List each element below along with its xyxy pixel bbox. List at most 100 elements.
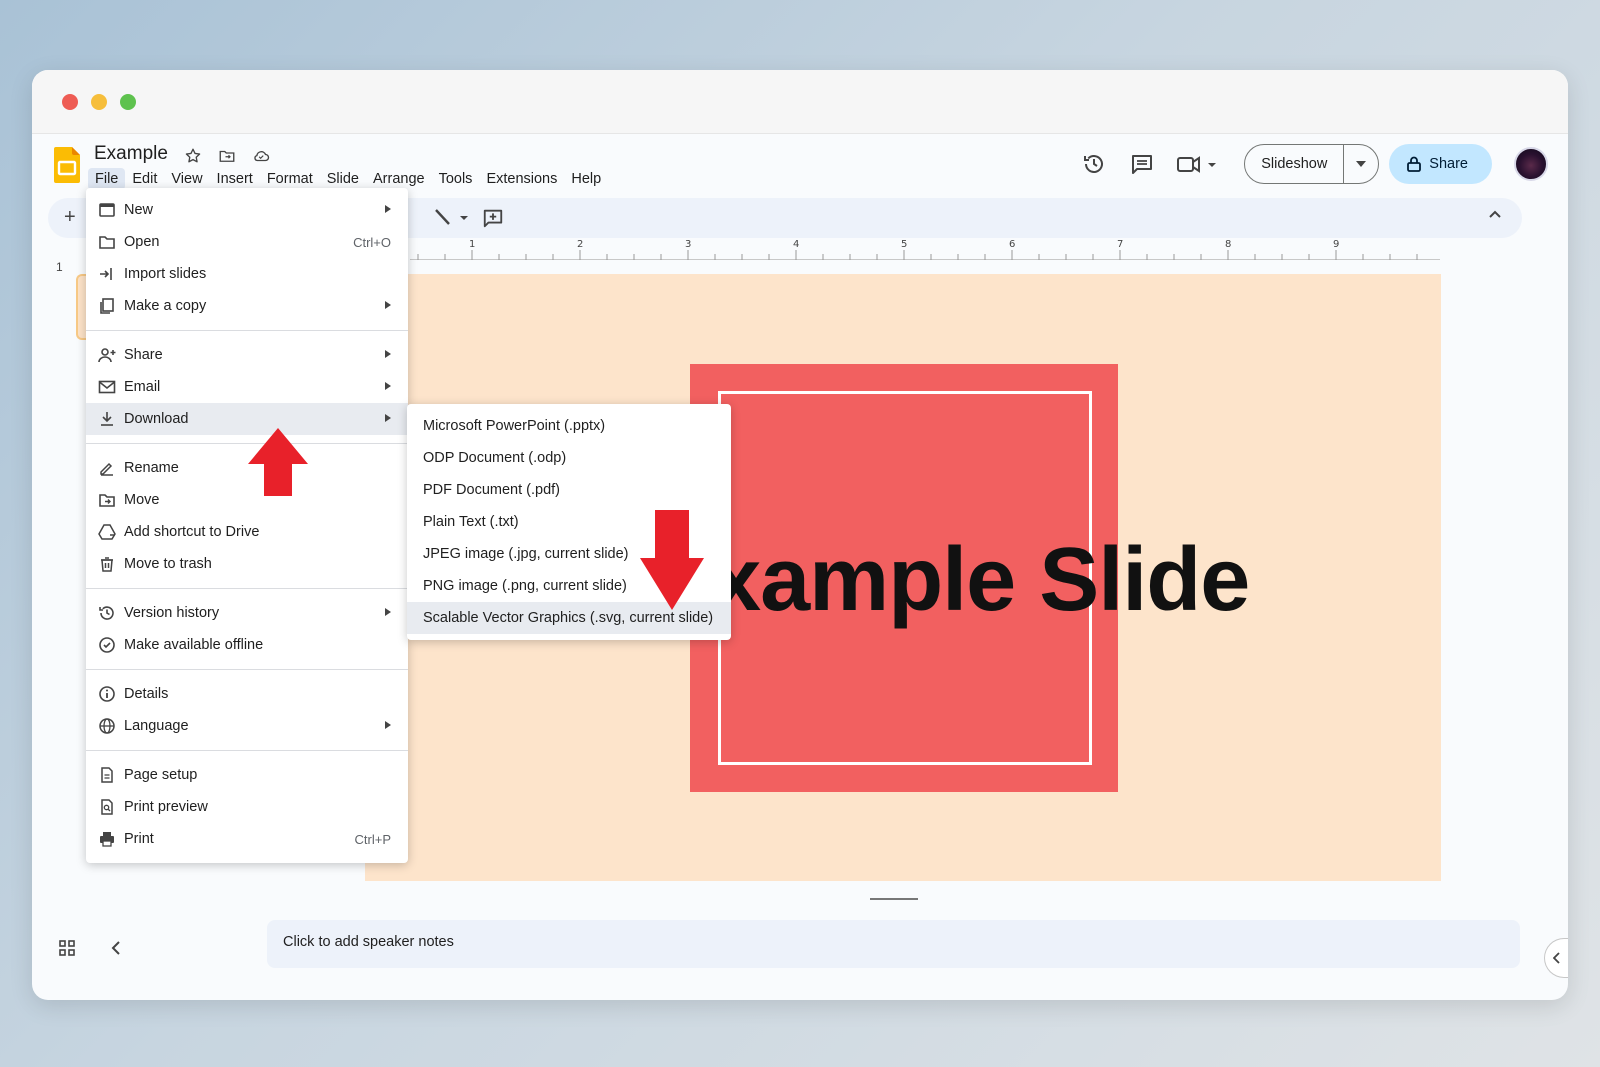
menu-item-email[interactable]: Email (86, 371, 408, 403)
menu-item-import-slides[interactable]: Import slides (86, 258, 408, 290)
ruler-mark: 1 (469, 239, 476, 250)
line-tool-icon[interactable] (432, 207, 472, 229)
new-slide-icon[interactable]: + (64, 206, 76, 229)
ruler-mark: 7 (1117, 239, 1124, 250)
trash-icon (101, 557, 113, 572)
download-odp[interactable]: ODP Document (.odp) (407, 442, 731, 474)
add-comment-icon[interactable] (482, 207, 504, 229)
title-bar (32, 70, 1568, 134)
move-folder-icon[interactable] (216, 145, 238, 167)
star-icon[interactable] (182, 145, 204, 167)
menu-item-label: Make available offline (124, 637, 264, 653)
cloud-status-icon[interactable] (250, 145, 272, 167)
menu-item-label: Download (124, 411, 189, 427)
annotation-arrow-up-icon (248, 428, 308, 496)
speaker-notes-placeholder: Click to add speaker notes (283, 934, 454, 950)
menu-item-print-preview[interactable]: Print preview (86, 791, 408, 823)
shortcut-label: Ctrl+O (353, 235, 391, 250)
grid-view-icon[interactable] (58, 939, 76, 957)
menu-bar: File Edit View Insert Format Slide Arran… (88, 168, 608, 190)
annotation-arrow-down-icon (640, 510, 704, 610)
menu-item-move-to-trash[interactable]: Move to trash (86, 548, 408, 580)
slideshow-label[interactable]: Slideshow (1245, 145, 1345, 183)
comments-icon[interactable] (1122, 144, 1162, 184)
menu-tools[interactable]: Tools (432, 168, 480, 190)
download-option-label: Plain Text (.txt) (423, 514, 519, 530)
menu-item-label: Share (124, 347, 163, 363)
menu-item-share[interactable]: Share (86, 339, 408, 371)
menu-divider (86, 669, 408, 670)
submenu-arrow-icon (385, 414, 391, 422)
menu-edit[interactable]: Edit (125, 168, 164, 190)
ruler-mark: 9 (1333, 239, 1340, 250)
minimize-window-button[interactable] (91, 94, 107, 110)
download-option-label: JPEG image (.jpg, current slide) (423, 546, 629, 562)
globe-icon (99, 718, 115, 734)
side-panel-toggle[interactable] (1544, 938, 1568, 978)
menu-arrange[interactable]: Arrange (366, 168, 432, 190)
menu-insert[interactable]: Insert (210, 168, 260, 190)
notes-resize-handle[interactable] (870, 898, 918, 900)
download-pptx[interactable]: Microsoft PowerPoint (.pptx) (407, 410, 731, 442)
file-menu-dropdown: New Open Ctrl+O Import slides Make a copy… (86, 188, 408, 863)
ruler-mark: 3 (685, 239, 692, 250)
speaker-notes[interactable]: Click to add speaker notes (267, 920, 1520, 968)
share-button[interactable]: Share (1389, 144, 1492, 184)
menu-item-page-setup[interactable]: Page setup (86, 759, 408, 791)
menu-item-label: Details (124, 686, 169, 702)
menu-item-version-history[interactable]: Version history (86, 597, 408, 629)
slideshow-button[interactable]: Slideshow (1244, 144, 1380, 184)
menu-item-open[interactable]: Open Ctrl+O (86, 226, 408, 258)
print-icon (100, 832, 114, 847)
menu-item-label: Move to trash (124, 556, 212, 572)
horizontal-ruler: 1 2 3 4 5 6 7 8 9 (410, 238, 1440, 260)
folder-icon (99, 236, 115, 249)
submenu-arrow-icon (385, 608, 391, 616)
maximize-window-button[interactable] (120, 94, 136, 110)
chevron-left-icon (1552, 952, 1560, 964)
menu-item-print[interactable]: Print Ctrl+P (86, 823, 408, 855)
menu-item-new[interactable]: New (86, 194, 408, 226)
menu-item-label: Page setup (124, 767, 198, 783)
close-window-button[interactable] (62, 94, 78, 110)
menu-extensions[interactable]: Extensions (479, 168, 564, 190)
menu-item-label: Email (124, 379, 161, 395)
download-option-label: PDF Document (.pdf) (423, 482, 560, 498)
version-history-icon[interactable] (1074, 144, 1114, 184)
document-title[interactable]: Example (94, 143, 168, 165)
menu-file[interactable]: File (88, 168, 126, 190)
menu-item-details[interactable]: Details (86, 678, 408, 710)
submenu-arrow-icon (385, 721, 391, 729)
meet-camera-icon[interactable] (1170, 144, 1226, 184)
menu-divider (86, 750, 408, 751)
menu-help[interactable]: Help (564, 168, 608, 190)
slideshow-dropdown-icon[interactable] (1344, 145, 1378, 183)
download-option-label: PNG image (.png, current slide) (423, 578, 627, 594)
download-pdf[interactable]: PDF Document (.pdf) (407, 474, 731, 506)
move-folder-icon (99, 494, 115, 507)
menu-item-label: Open (124, 234, 160, 250)
shortcut-label: Ctrl+P (354, 832, 391, 847)
menu-slide[interactable]: Slide (320, 168, 366, 190)
menu-item-label: Language (124, 718, 189, 734)
slides-logo-icon[interactable] (54, 147, 80, 183)
menu-format[interactable]: Format (260, 168, 320, 190)
info-icon (99, 686, 115, 702)
download-icon (101, 412, 113, 426)
chevron-left-icon[interactable] (110, 939, 122, 957)
menu-item-label: Rename (124, 460, 179, 476)
menu-item-make-a-copy[interactable]: Make a copy (86, 290, 408, 322)
submenu-arrow-icon (385, 205, 391, 213)
rename-icon (100, 462, 113, 476)
menu-item-make-available-offline[interactable]: Make available offline (86, 629, 408, 661)
ruler-mark: 8 (1225, 239, 1232, 250)
avatar[interactable] (1514, 147, 1548, 181)
submenu-arrow-icon (385, 301, 391, 309)
menu-item-add-shortcut[interactable]: Add shortcut to Drive (86, 516, 408, 548)
menu-view[interactable]: View (164, 168, 209, 190)
person-add-icon (98, 348, 116, 363)
menu-item-language[interactable]: Language (86, 710, 408, 742)
import-icon (100, 268, 112, 280)
menu-item-label: Version history (124, 605, 220, 621)
chevron-up-icon[interactable] (1488, 209, 1502, 219)
